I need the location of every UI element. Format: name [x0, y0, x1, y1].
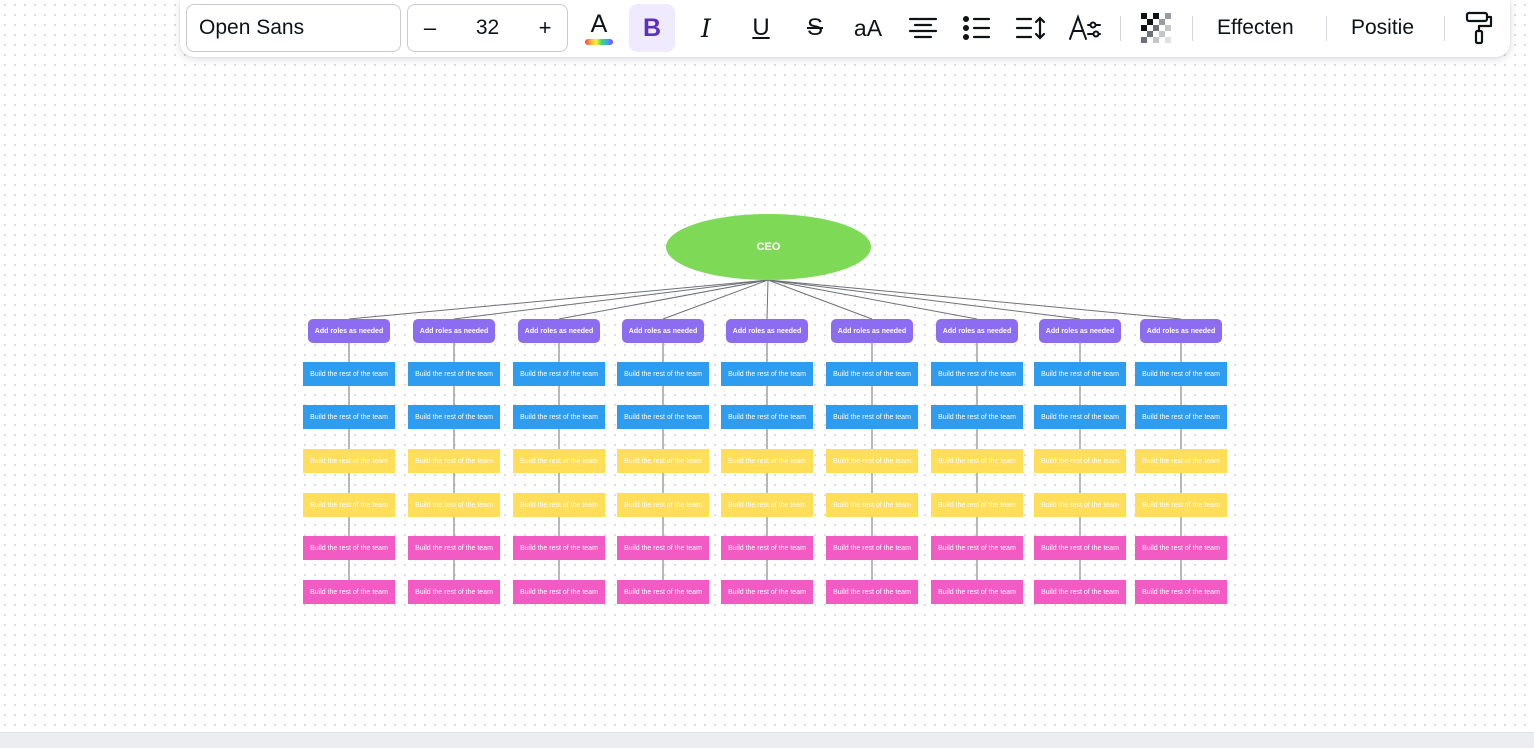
team-node[interactable]: Build the rest of the team — [931, 449, 1023, 473]
team-node[interactable]: Build the rest of the team — [617, 493, 709, 517]
role-node[interactable]: Add roles as needed — [1039, 319, 1121, 343]
team-node[interactable]: Build the rest of the team — [513, 405, 605, 429]
team-node[interactable]: Build the rest of the team — [1135, 449, 1227, 473]
team-node[interactable]: Build the rest of the team — [513, 493, 605, 517]
team-node[interactable]: Build the rest of the team — [303, 536, 395, 560]
team-node[interactable]: Build the rest of the team — [826, 580, 918, 604]
team-node[interactable]: Build the rest of the team — [721, 580, 813, 604]
team-node[interactable]: Build the rest of the team — [513, 536, 605, 560]
team-node[interactable]: Build the rest of the team — [721, 493, 813, 517]
team-node[interactable]: Build the rest of the team — [408, 580, 500, 604]
connector-line — [766, 279, 769, 320]
team-node[interactable]: Build the rest of the team — [303, 493, 395, 517]
team-node[interactable]: Build the rest of the team — [826, 362, 918, 386]
team-node[interactable]: Build the rest of the team — [1034, 362, 1126, 386]
ceo-label: CEO — [756, 241, 781, 253]
role-node[interactable]: Add roles as needed — [1140, 319, 1222, 343]
team-node[interactable]: Build the rest of the team — [513, 580, 605, 604]
role-node[interactable]: Add roles as needed — [622, 319, 704, 343]
role-node[interactable]: Add roles as needed — [831, 319, 913, 343]
team-node[interactable]: Build the rest of the team — [1135, 493, 1227, 517]
connector-line — [767, 279, 1081, 320]
connector-line — [767, 279, 978, 320]
team-node[interactable]: Build the rest of the team — [1034, 580, 1126, 604]
connector-line — [662, 279, 769, 320]
team-node[interactable]: Build the rest of the team — [1135, 405, 1227, 429]
team-node[interactable]: Build the rest of the team — [721, 362, 813, 386]
team-node[interactable]: Build the rest of the team — [617, 449, 709, 473]
team-node[interactable]: Build the rest of the team — [1135, 536, 1227, 560]
team-node[interactable]: Build the rest of the team — [826, 405, 918, 429]
team-node[interactable]: Build the rest of the team — [931, 536, 1023, 560]
team-node[interactable]: Build the rest of the team — [303, 580, 395, 604]
team-node[interactable]: Build the rest of the team — [1034, 493, 1126, 517]
team-node[interactable]: Build the rest of the team — [408, 493, 500, 517]
role-node[interactable]: Add roles as needed — [308, 319, 390, 343]
team-node[interactable]: Build the rest of the team — [1034, 449, 1126, 473]
team-node[interactable]: Build the rest of the team — [408, 536, 500, 560]
team-node[interactable]: Build the rest of the team — [408, 362, 500, 386]
team-node[interactable]: Build the rest of the team — [303, 362, 395, 386]
team-node[interactable]: Build the rest of the team — [513, 362, 605, 386]
team-node[interactable]: Build the rest of the team — [826, 493, 918, 517]
team-node[interactable]: Build the rest of the team — [617, 536, 709, 560]
team-node[interactable]: Build the rest of the team — [721, 449, 813, 473]
connector-line — [767, 279, 873, 320]
team-node[interactable]: Build the rest of the team — [303, 449, 395, 473]
team-node[interactable]: Build the rest of the team — [1135, 362, 1227, 386]
team-node[interactable]: Build the rest of the team — [931, 580, 1023, 604]
team-node[interactable]: Build the rest of the team — [303, 405, 395, 429]
team-node[interactable]: Build the rest of the team — [1034, 405, 1126, 429]
team-node[interactable]: Build the rest of the team — [721, 405, 813, 429]
connector-line — [558, 279, 769, 320]
bottom-bar — [0, 732, 1534, 748]
role-node[interactable]: Add roles as needed — [413, 319, 495, 343]
team-node[interactable]: Build the rest of the team — [617, 580, 709, 604]
team-node[interactable]: Build the rest of the team — [1135, 580, 1227, 604]
team-node[interactable]: Build the rest of the team — [931, 405, 1023, 429]
team-node[interactable]: Build the rest of the team — [1034, 536, 1126, 560]
role-node[interactable]: Add roles as needed — [936, 319, 1018, 343]
team-node[interactable]: Build the rest of the team — [617, 362, 709, 386]
team-node[interactable]: Build the rest of the team — [826, 536, 918, 560]
team-node[interactable]: Build the rest of the team — [408, 449, 500, 473]
role-node[interactable]: Add roles as needed — [518, 319, 600, 343]
team-node[interactable]: Build the rest of the team — [931, 493, 1023, 517]
team-node[interactable]: Build the rest of the team — [931, 362, 1023, 386]
role-node[interactable]: Add roles as needed — [726, 319, 808, 343]
ceo-node[interactable]: CEO — [666, 214, 871, 280]
team-node[interactable]: Build the rest of the team — [721, 536, 813, 560]
connector-line — [767, 279, 1182, 320]
team-node[interactable]: Build the rest of the team — [826, 449, 918, 473]
team-node[interactable]: Build the rest of the team — [513, 449, 605, 473]
org-chart: CEO Add roles as needed Build the rest of… — [0, 0, 1534, 748]
team-node[interactable]: Build the rest of the team — [408, 405, 500, 429]
connector-line — [348, 279, 769, 320]
connector-line — [453, 279, 769, 320]
team-node[interactable]: Build the rest of the team — [617, 405, 709, 429]
